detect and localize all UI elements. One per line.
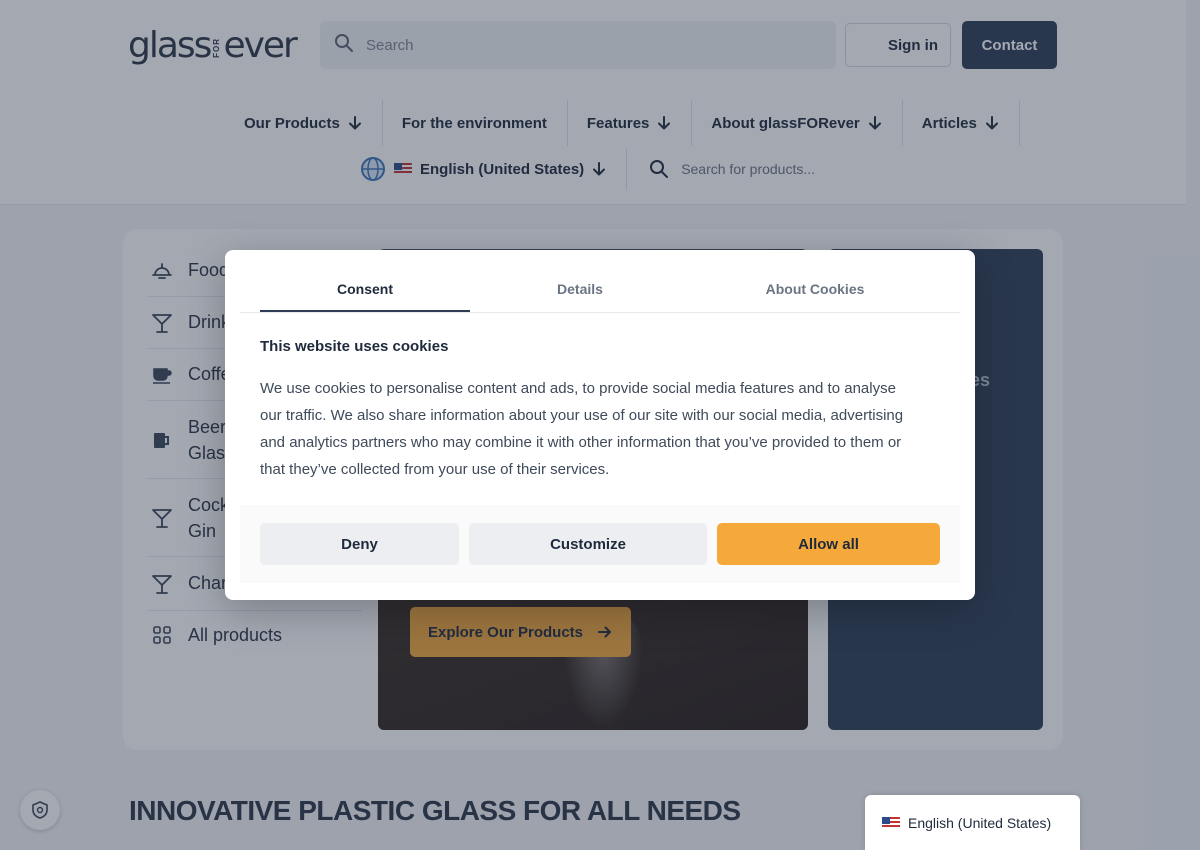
tab-about-cookies[interactable]: About Cookies xyxy=(690,265,940,313)
language-float-label: English (United States) xyxy=(908,814,1052,831)
tab-consent[interactable]: Consent xyxy=(260,265,470,313)
deny-button[interactable]: Deny xyxy=(260,523,459,565)
us-flag-icon xyxy=(882,816,900,829)
language-switcher-float[interactable]: English (United States) xyxy=(865,795,1080,850)
cookie-consent-dialog: Consent Details About Cookies This websi… xyxy=(225,250,975,600)
consent-body: We use cookies to personalise content an… xyxy=(260,380,904,478)
consent-tabs: Consent Details About Cookies xyxy=(240,265,960,313)
allow-all-button[interactable]: Allow all xyxy=(717,523,940,565)
consent-title: This website uses cookies xyxy=(260,338,449,355)
customize-button[interactable]: Customize xyxy=(469,523,707,565)
consent-actions: Deny Customize Allow all xyxy=(240,505,960,583)
tab-details[interactable]: Details xyxy=(470,265,690,313)
